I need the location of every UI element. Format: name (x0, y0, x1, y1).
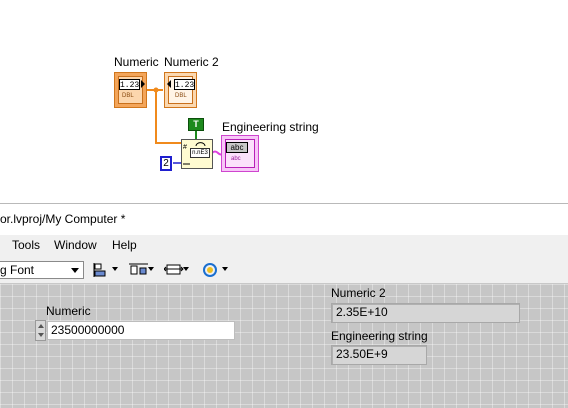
align-objects-icon (93, 263, 106, 277)
input-arrow-icon (167, 80, 171, 88)
window-title: or.lvproj/My Computer * (0, 212, 126, 226)
wires (147, 87, 224, 164)
numeric2-label: Numeric 2 (164, 55, 219, 69)
toolbar: g Font (0, 257, 568, 284)
reorder-button[interactable] (201, 262, 229, 278)
front-panel-window: or.lvproj/My Computer * Tools Window Hel… (0, 203, 568, 408)
menu-tools[interactable]: Tools (12, 238, 40, 252)
font-select-value: g Font (0, 263, 35, 277)
output-arrow-icon (141, 80, 145, 88)
distribute-objects-icon (129, 263, 148, 275)
integer-constant[interactable]: 2 (160, 156, 172, 171)
menu-bar: Tools Window Help (0, 235, 568, 257)
decrement-arrow-icon (38, 333, 44, 337)
resize-objects-icon (163, 264, 184, 275)
numeric-label: Numeric (114, 55, 159, 69)
format-function-text: n.nE3 (190, 148, 210, 158)
chevron-down-icon (71, 268, 79, 273)
window-titlebar[interactable]: or.lvproj/My Computer * (0, 204, 568, 235)
numeric-terminal-type: DBL (122, 93, 134, 99)
numeric-control-label: Numeric (46, 304, 91, 318)
true-constant[interactable]: T (188, 118, 204, 131)
eng-string-terminal-value: abc (226, 142, 248, 153)
front-panel-canvas: Numeric 23500000000 Numeric 2 2.35E+10 E… (0, 284, 568, 408)
font-select[interactable]: g Font (0, 261, 84, 279)
eng-string-label: Engineering string (222, 120, 319, 134)
numeric-control-terminal[interactable]: 1.23 DBL (114, 72, 147, 108)
menu-window[interactable]: Window (54, 238, 97, 252)
numeric2-terminal-value: 1.23 (174, 79, 195, 90)
format-engineering-function[interactable]: # n.nE3 (181, 139, 213, 169)
resize-objects-button[interactable] (163, 262, 190, 278)
eng-string-indicator-label: Engineering string (331, 329, 428, 343)
numeric-control-input[interactable]: 23500000000 (47, 321, 235, 340)
block-diagram: Numeric 1.23 DBL Numeric 2 1.23 DBL T # … (0, 0, 568, 203)
numeric2-indicator-terminal[interactable]: 1.23 DBL (164, 72, 197, 108)
reorder-icon (203, 263, 217, 277)
refresh-arrows-icon (195, 142, 206, 147)
numeric-terminal-value: 1.23 (119, 79, 140, 90)
align-objects-button[interactable] (93, 262, 119, 278)
increment-arrow-icon (38, 324, 44, 328)
eng-string-indicator-display: 23.50E+9 (331, 345, 427, 365)
numeric2-indicator-display: 2.35E+10 (331, 303, 520, 323)
numeric-increment-decrement[interactable] (35, 320, 46, 341)
eng-string-indicator-terminal[interactable]: abc abc (221, 135, 259, 172)
svg-text:#: # (183, 144, 187, 151)
menu-help[interactable]: Help (112, 238, 137, 252)
eng-string-terminal-type: abc (231, 156, 241, 162)
numeric2-terminal-type: DBL (175, 93, 187, 99)
numeric2-indicator-label: Numeric 2 (331, 286, 386, 300)
distribute-objects-button[interactable] (129, 262, 155, 278)
